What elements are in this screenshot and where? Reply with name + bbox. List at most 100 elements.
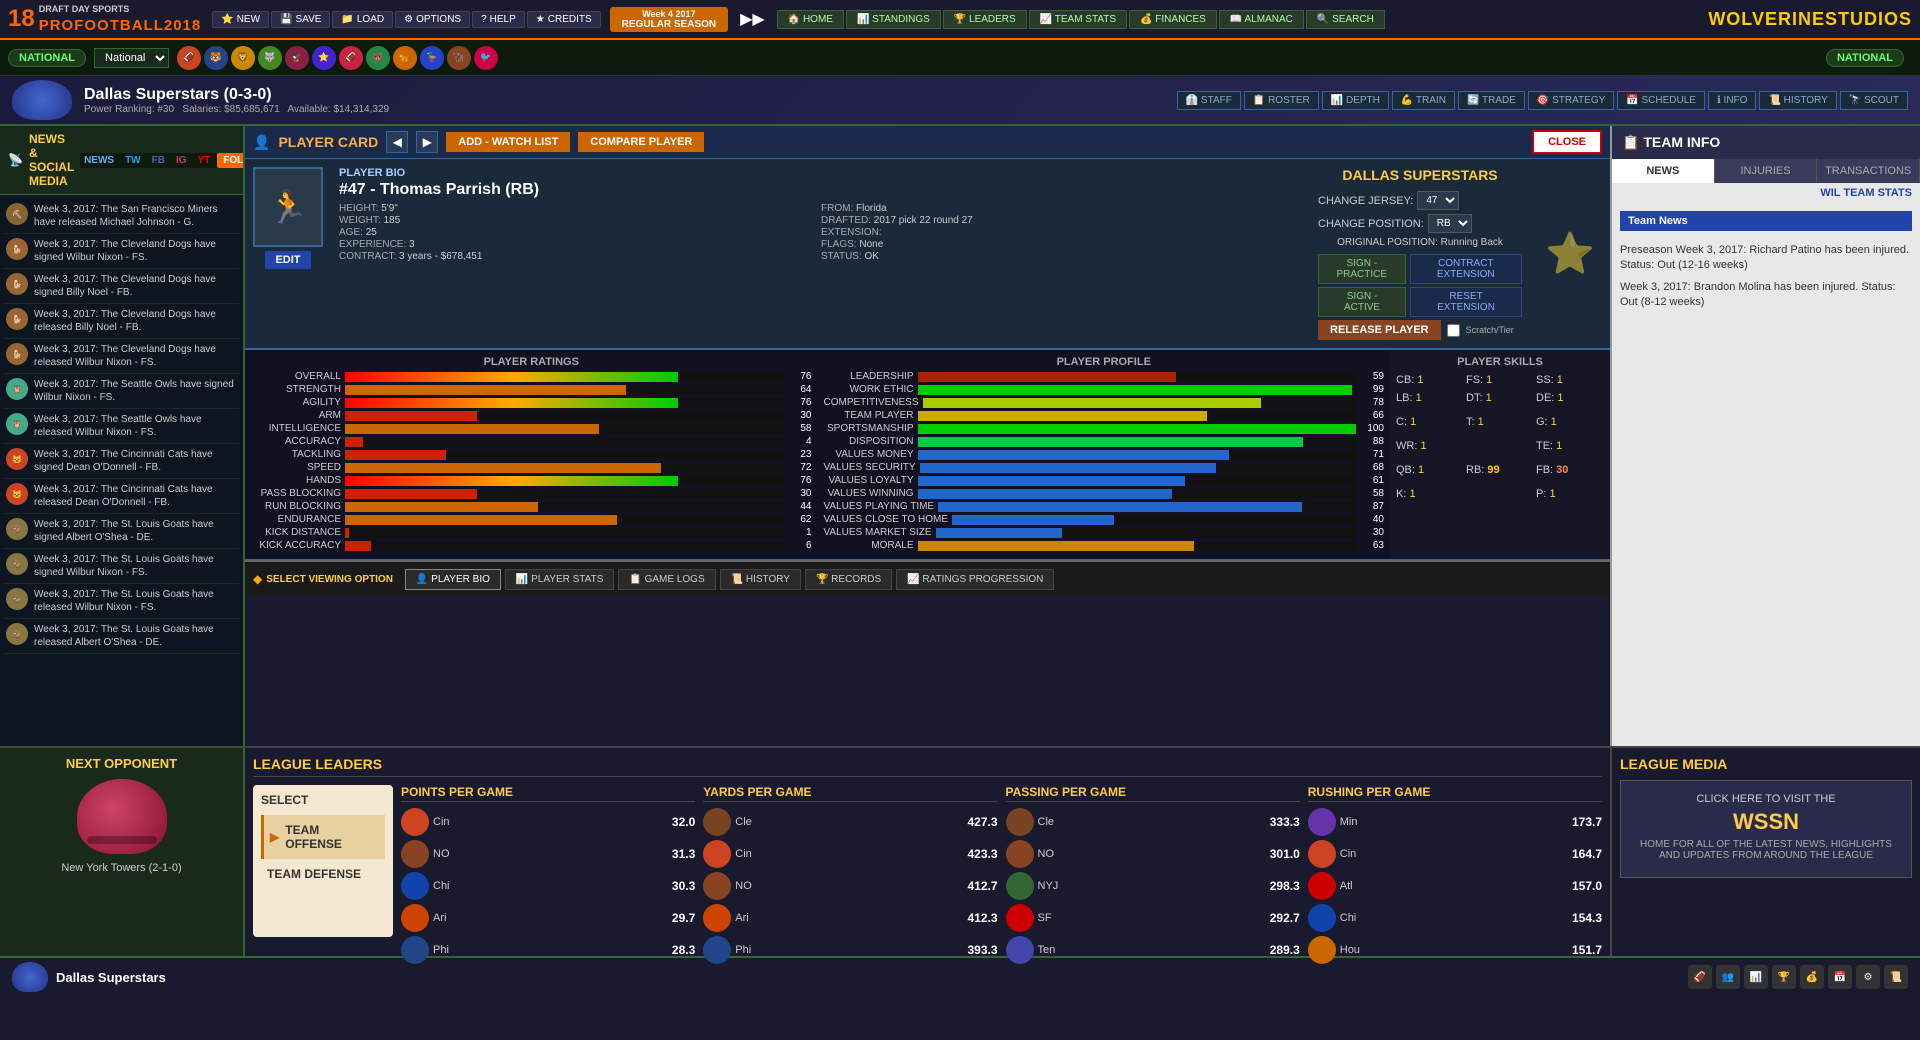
scout-button[interactable]: 🔭 SCOUT	[1840, 91, 1908, 110]
bb-icon-7[interactable]: ⚙	[1856, 965, 1880, 989]
team-icons-bar: 🏈 🐯 🦁 🐺 🦅 ⭐ 🏈 🐻 🐆 🦆 🦬 🐦	[177, 46, 498, 70]
profile-disposition: DISPOSITION 88	[824, 436, 1385, 447]
team-icon-6[interactable]: ⭐	[312, 46, 336, 70]
stat-row-1: Cin 32.0	[401, 806, 695, 838]
release-checkbox[interactable]	[1447, 324, 1460, 337]
rushing-header: RUSHING PER GAME	[1308, 785, 1602, 802]
info-button[interactable]: ℹ INFO	[1708, 91, 1756, 110]
load-button[interactable]: 📁 LOAD	[332, 11, 393, 28]
profile-values-playing-time: VALUES PLAYING TIME 87	[824, 501, 1385, 512]
sign-practice-button[interactable]: SIGN - PRACTICE	[1318, 254, 1406, 284]
help-button[interactable]: ? HELP	[472, 11, 525, 28]
team-icon-12[interactable]: 🐦	[474, 46, 498, 70]
reset-extension-button[interactable]: RESET EXTENSION	[1410, 287, 1522, 317]
team-offense-option[interactable]: ▶ TEAM OFFENSE	[261, 815, 385, 859]
prev-player-button[interactable]: ◀	[386, 131, 408, 153]
bottom-bar-icons: 🏈 👥 📊 🏆 💰 📅 ⚙ 📜	[1688, 965, 1908, 989]
depth-button[interactable]: 📊 DEPTH	[1322, 91, 1389, 110]
view-player-stats-button[interactable]: 📊 PLAYER STATS	[505, 569, 614, 590]
wil-team-stats-link[interactable]: WIL TEAM STATS	[1612, 183, 1920, 203]
team-logo-area: ⭐	[1530, 159, 1610, 348]
stat-row-2: NO 31.3	[401, 838, 695, 870]
stat-row-8: NO 412.7	[703, 870, 997, 902]
team-icon-11[interactable]: 🦬	[447, 46, 471, 70]
team-icon-8[interactable]: 🐻	[366, 46, 390, 70]
bb-icon-2[interactable]: 👥	[1716, 965, 1740, 989]
team-icon-10[interactable]: 🦆	[420, 46, 444, 70]
instagram-tab[interactable]: IG	[172, 153, 191, 168]
jersey-select[interactable]: 47	[1417, 191, 1459, 210]
tab-news[interactable]: NEWS	[1612, 159, 1715, 183]
view-player-bio-button[interactable]: 👤 PLAYER BIO	[405, 569, 501, 590]
team-news-content: Preseason Week 3, 2017: Richard Patino h…	[1612, 239, 1920, 321]
release-button[interactable]: RELEASE PLAYER	[1318, 320, 1441, 340]
tab-injuries[interactable]: INJURIES	[1715, 159, 1818, 183]
new-button[interactable]: ⭐ NEW	[212, 11, 269, 28]
view-history-button[interactable]: 📜 HISTORY	[720, 569, 801, 590]
finances-button[interactable]: 💰 FINANCES	[1129, 10, 1217, 29]
player-card-area: 👤 PLAYER CARD ◀ ▶ ADD - WATCH LIST COMPA…	[245, 126, 1610, 746]
youtube-tab[interactable]: YT	[194, 153, 215, 168]
add-watchlist-button[interactable]: ADD - WATCH LIST	[446, 132, 570, 152]
contract-extension-button[interactable]: CONTRACT EXTENSION	[1410, 254, 1523, 284]
roster-button[interactable]: 📋 ROSTER	[1244, 91, 1319, 110]
news-icon-12: 🐐	[6, 588, 28, 610]
bb-icon-5[interactable]: 💰	[1800, 965, 1824, 989]
team-icon-9[interactable]: 🐆	[393, 46, 417, 70]
follow-button[interactable]: FOLLOW	[217, 153, 245, 168]
home-button[interactable]: 🏠 HOME	[777, 10, 844, 29]
search-button[interactable]: 🔍 SEARCH	[1306, 10, 1385, 29]
sign-active-button[interactable]: SIGN - ACTIVE	[1318, 287, 1406, 317]
history-button[interactable]: 📜 HISTORY	[1759, 91, 1836, 110]
view-game-logs-button[interactable]: 📋 GAME LOGS	[618, 569, 715, 590]
news-icon-4: 🐕	[6, 308, 28, 330]
team-icon-4[interactable]: 🐺	[258, 46, 282, 70]
close-button[interactable]: CLOSE	[1532, 130, 1602, 154]
compare-player-button[interactable]: COMPARE PLAYER	[578, 132, 704, 152]
team-dropdown[interactable]: National	[94, 48, 169, 68]
position-select[interactable]: RB	[1428, 214, 1472, 233]
team-stats-button[interactable]: 📈 TEAM STATS	[1029, 10, 1127, 29]
train-button[interactable]: 💪 TRAIN	[1392, 91, 1455, 110]
news-icon-11: 🐐	[6, 553, 28, 575]
schedule-button[interactable]: 📅 SCHEDULE	[1617, 91, 1705, 110]
stat-row-11: Cle 333.3	[1006, 806, 1300, 838]
news-icon-6: 🦉	[6, 378, 28, 400]
profile-sportsmanship: SPORTSMANSHIP 100	[824, 423, 1385, 434]
standings-button[interactable]: 📊 STANDINGS	[846, 10, 941, 29]
stat-row-5: Phi 28.3	[401, 934, 695, 966]
almanac-button[interactable]: 📖 ALMANAC	[1219, 10, 1304, 29]
wssn-logo: WSSN	[1633, 809, 1899, 835]
bb-icon-4[interactable]: 🏆	[1772, 965, 1796, 989]
news-tab[interactable]: NEWS	[80, 153, 118, 168]
bb-icon-6[interactable]: 📅	[1828, 965, 1852, 989]
bb-icon-8[interactable]: 📜	[1884, 965, 1908, 989]
news-item-1: Preseason Week 3, 2017: Richard Patino h…	[1620, 243, 1912, 274]
strategy-button[interactable]: 🎯 STRATEGY	[1528, 91, 1614, 110]
team-icon-2[interactable]: 🐯	[204, 46, 228, 70]
staff-button[interactable]: 👔 STAFF	[1177, 91, 1241, 110]
save-button[interactable]: 💾 SAVE	[271, 11, 330, 28]
view-records-button[interactable]: 🏆 RECORDS	[805, 569, 892, 590]
team-icon-1[interactable]: 🏈	[177, 46, 201, 70]
team-icon-7[interactable]: 🏈	[339, 46, 363, 70]
team-defense-option[interactable]: TEAM DEFENSE	[261, 859, 385, 889]
bb-icon-3[interactable]: 📊	[1744, 965, 1768, 989]
wssn-box[interactable]: CLICK HERE TO VISIT THE WSSN HOME FOR AL…	[1620, 780, 1912, 878]
player-card-icon: 👤	[253, 134, 270, 151]
options-button[interactable]: ⚙ OPTIONS	[395, 11, 470, 28]
view-ratings-progression-button[interactable]: 📈 RATINGS PROGRESSION	[896, 569, 1054, 590]
skill-te: TE: 1	[1536, 440, 1604, 452]
edit-button[interactable]: EDIT	[265, 251, 310, 269]
tab-transactions[interactable]: TRANSACTIONS	[1817, 159, 1920, 183]
bb-icon-1[interactable]: 🏈	[1688, 965, 1712, 989]
team-icon-3[interactable]: 🦁	[231, 46, 255, 70]
next-player-button[interactable]: ▶	[416, 131, 438, 153]
team-icon-5[interactable]: 🦅	[285, 46, 309, 70]
leaders-button[interactable]: 🏆 LEADERS	[943, 10, 1027, 29]
rating-run-blocking: RUN BLOCKING 44	[251, 501, 812, 512]
trade-button[interactable]: 🔄 TRADE	[1458, 91, 1525, 110]
facebook-tab[interactable]: FB	[148, 153, 169, 168]
credits-button[interactable]: ★ CREDITS	[527, 11, 601, 28]
twitter-tab[interactable]: TW	[121, 153, 145, 168]
